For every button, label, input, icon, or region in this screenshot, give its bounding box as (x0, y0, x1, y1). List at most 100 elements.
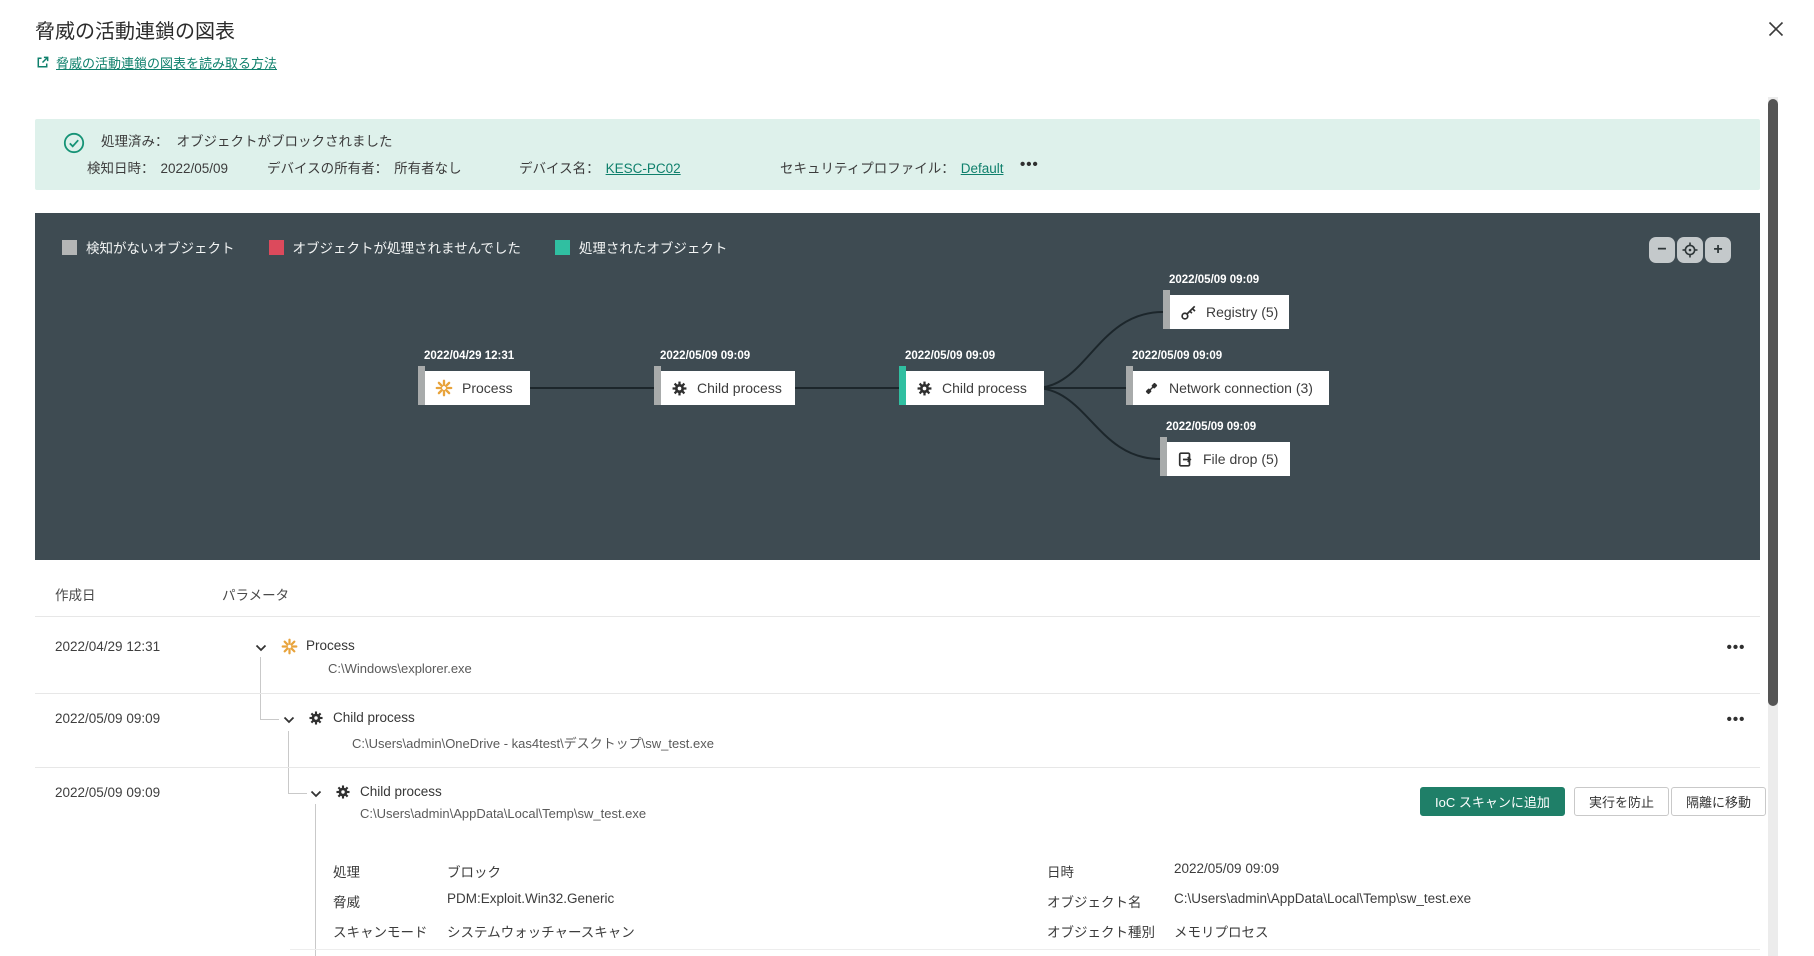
file-drop-icon (1178, 451, 1192, 467)
gear-icon (917, 381, 932, 395)
detail-label: 脅威 (333, 895, 360, 910)
node-status-bar (418, 366, 425, 405)
detail-label: 処理 (333, 865, 360, 880)
row-collapse-button[interactable] (308, 787, 324, 803)
detail-label: スキャンモード (333, 925, 428, 940)
node-label: Network connection (3) (1169, 380, 1313, 396)
node-timestamp: 2022/04/29 12:31 (424, 350, 515, 362)
scrollbar-thumb[interactable] (1768, 99, 1778, 706)
detail-value: メモリプロセス (1174, 925, 1269, 940)
detail-value: PDM:Exploit.Win32.Generic (447, 891, 615, 906)
column-header-created: 作成日 (55, 588, 96, 603)
graph-node-child-process-2[interactable]: 2022/05/09 09:09 Child process (899, 350, 1044, 405)
field-label: デバイス名： (519, 161, 600, 176)
tree-line (288, 731, 289, 794)
graph-node-registry[interactable]: 2022/05/09 09:09 Registry (5) (1163, 274, 1289, 329)
help-link-label: 脅威の活動連鎖の図表を読み取る方法 (56, 56, 278, 71)
separator (35, 693, 1760, 694)
key-icon (1181, 305, 1196, 320)
detail-value: ブロック (447, 865, 501, 880)
chevron-down-icon (255, 644, 267, 652)
field-device-owner: デバイスの所有者： 所有者なし (267, 157, 462, 177)
row-date: 2022/05/09 09:09 (55, 711, 161, 726)
status-line: 処理済み： オブジェクトがブロックされました (101, 130, 393, 150)
banner-more-button[interactable]: ••• (1020, 155, 1039, 175)
node-timestamp: 2022/05/09 09:09 (1169, 274, 1260, 286)
row-more-button[interactable]: ••• (1718, 638, 1754, 658)
chevron-down-icon (310, 790, 322, 798)
threat-chain-dialog: 脅威の活動連鎖の図表 脅威の活動連鎖の図表を読み取る方法 処理済み： オブジェクト… (0, 0, 1814, 956)
status-value: オブジェクトがブロックされました (176, 134, 393, 149)
prevent-execution-button[interactable]: 実行を防止 (1574, 787, 1670, 816)
node-status-bar (1163, 290, 1170, 329)
graph-edges (527, 311, 1164, 460)
node-label: Process (462, 380, 513, 396)
row-date: 2022/04/29 12:31 (55, 639, 161, 654)
status-label: 処理済み： (101, 134, 169, 149)
node-status-bar (1160, 437, 1167, 476)
node-label: File drop (5) (1203, 451, 1279, 467)
node-label: Registry (5) (1206, 304, 1279, 320)
row-object-name: Child process (360, 784, 442, 799)
node-timestamp: 2022/05/09 09:09 (1166, 421, 1257, 433)
graph-node-network-connection[interactable]: 2022/05/09 09:09 Network connection (3) (1126, 350, 1329, 405)
separator (290, 949, 1760, 950)
tree-line (260, 657, 261, 720)
row-object-name: Child process (333, 710, 415, 725)
help-link[interactable]: 脅威の活動連鎖の図表を読み取る方法 (35, 53, 277, 72)
row-date: 2022/05/09 09:09 (55, 785, 161, 800)
move-to-quarantine-button[interactable]: 隔離に移動 (1671, 787, 1767, 816)
status-banner: 処理済み： オブジェクトがブロックされました 検知日時： 2022/05/09 デバ… (35, 119, 1760, 190)
check-circle-icon (63, 132, 85, 154)
graph-node-child-process-1[interactable]: 2022/05/09 09:09 Child process (654, 350, 795, 405)
field-value: 所有者なし (394, 161, 462, 176)
row-object-path: C:\Windows\explorer.exe (328, 661, 472, 676)
node-label: Child process (942, 380, 1027, 396)
graph-node-file-drop[interactable]: 2022/05/09 09:09 File drop (5) (1160, 421, 1290, 476)
process-burst-icon (281, 638, 298, 655)
field-label: デバイスの所有者： (267, 161, 389, 176)
external-link-icon (37, 56, 49, 68)
gear-icon (309, 711, 323, 725)
field-label: 検知日時： (87, 161, 155, 176)
field-device-name: デバイス名： KESC-PC02 (519, 157, 681, 177)
detail-label: 日時 (1047, 865, 1074, 880)
node-timestamp: 2022/05/09 09:09 (1132, 350, 1223, 362)
row-collapse-button[interactable] (281, 713, 297, 729)
column-header-parameters: パラメータ (222, 588, 290, 603)
activity-graph-panel: 検知がないオブジェクト オブジェクトが処理されませんでした 処理されたオブジェク… (35, 213, 1760, 560)
tree-line (315, 804, 316, 956)
gear-icon (672, 381, 687, 395)
close-icon (1768, 21, 1784, 36)
chevron-down-icon (283, 716, 295, 724)
separator (35, 616, 1760, 617)
detail-value: システムウォッチャースキャン (447, 925, 635, 940)
detail-label: オブジェクト種別 (1047, 925, 1155, 940)
detail-value: 2022/05/09 09:09 (1174, 861, 1280, 876)
network-icon (1145, 382, 1158, 394)
row-collapse-button[interactable] (253, 641, 269, 657)
node-timestamp: 2022/05/09 09:09 (905, 350, 996, 362)
detail-label: オブジェクト名 (1047, 895, 1142, 910)
node-label: Child process (697, 380, 782, 396)
field-value: 2022/05/09 (160, 161, 229, 176)
node-status-bar (654, 366, 661, 405)
field-label: セキュリティプロファイル： (780, 161, 955, 176)
field-security-profile: セキュリティプロファイル： Default (780, 157, 1003, 177)
separator (35, 767, 1760, 768)
field-detection-time: 検知日時： 2022/05/09 (87, 157, 228, 177)
security-profile-link[interactable]: Default (961, 161, 1004, 176)
node-timestamp: 2022/05/09 09:09 (660, 350, 751, 362)
detail-value: C:\Users\admin\AppData\Local\Temp\sw_tes… (1174, 891, 1472, 906)
add-to-ioc-scan-button[interactable]: IoC スキャンに追加 (1420, 787, 1565, 816)
row-object-path: C:\Users\admin\AppData\Local\Temp\sw_tes… (360, 806, 647, 821)
page-title: 脅威の活動連鎖の図表 (35, 21, 235, 43)
row-more-button[interactable]: ••• (1718, 710, 1754, 730)
node-status-bar (1126, 366, 1133, 405)
row-object-path: C:\Users\admin\OneDrive - kas4test\デスクトッ… (352, 736, 714, 751)
graph-node-process[interactable]: 2022/04/29 12:31 Process (418, 350, 530, 405)
device-name-link[interactable]: KESC-PC02 (606, 161, 681, 176)
process-burst-icon (435, 379, 453, 397)
close-button[interactable] (1758, 12, 1794, 48)
gear-icon (336, 785, 350, 799)
